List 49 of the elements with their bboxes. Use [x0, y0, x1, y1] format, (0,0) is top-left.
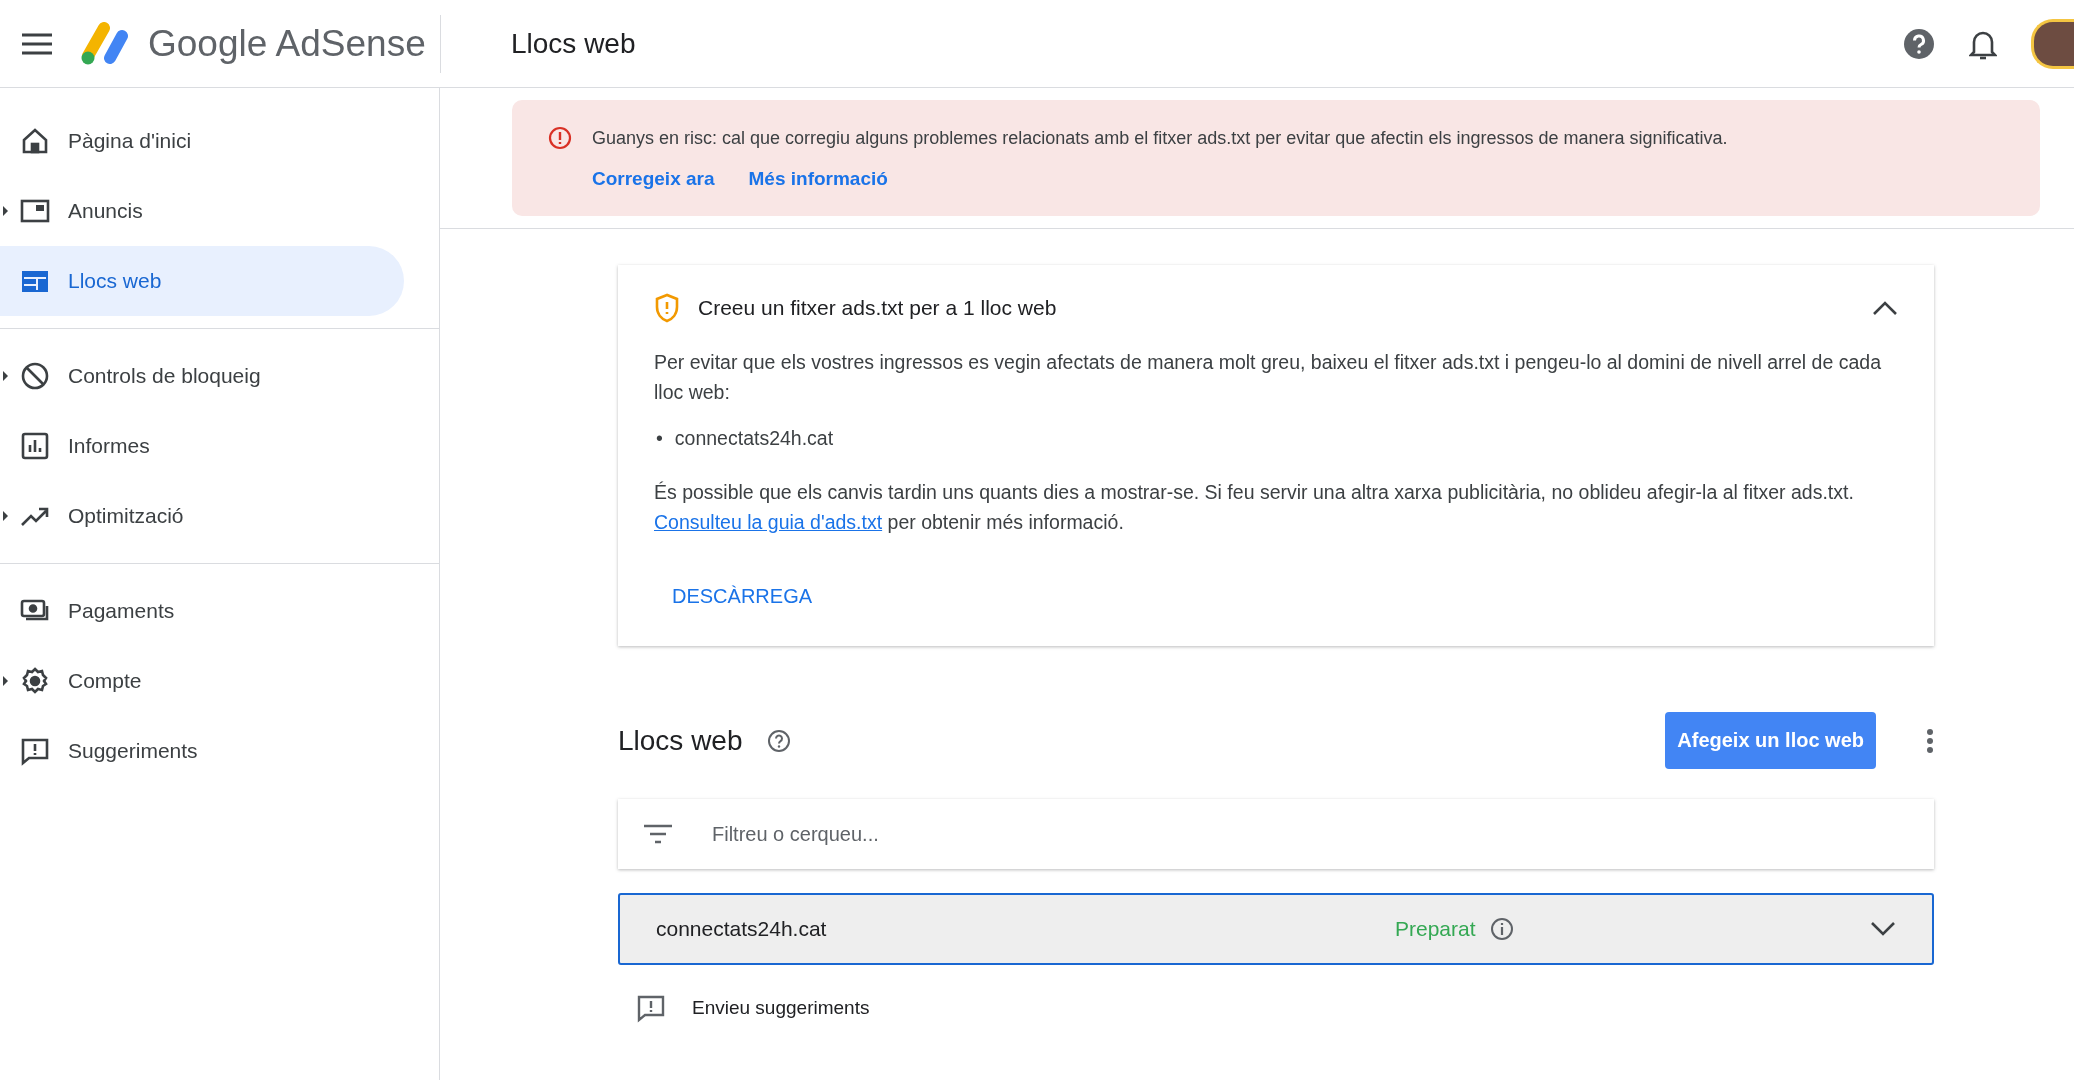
- bullet: •: [656, 426, 663, 451]
- feedback-link[interactable]: Envieu suggeriments: [692, 997, 870, 1019]
- more-icon[interactable]: [1926, 727, 1934, 754]
- site-list-item: connectats24h.cat: [674, 426, 834, 451]
- avatar[interactable]: [2031, 18, 2074, 69]
- home-icon: [20, 126, 50, 156]
- info-icon[interactable]: [1489, 917, 1514, 941]
- sidebar-item[interactable]: Informes: [0, 411, 404, 481]
- filter-icon: [644, 824, 672, 844]
- card-title: Creeu un fitxer ads.txt per a 1 lloc web: [698, 296, 1058, 320]
- help-icon[interactable]: [766, 728, 791, 753]
- chevron-icon[interactable]: [1872, 300, 1898, 316]
- site-domain: connectats24h.cat: [656, 917, 828, 941]
- feedback-icon: [636, 993, 666, 1023]
- expand-arrow-icon: [3, 206, 8, 216]
- sidebar-item[interactable]: Pagaments: [0, 576, 404, 646]
- alert-message: Guanys en risc: cal que corregiu alguns problemes relacionats amb el fitxer ads.txt per evitar que afectin els ingressos de manera significativa.: [592, 127, 1728, 149]
- card-note: És possible que els canvis tardin uns quants dies a mostrar-se. Si feu servir una altra xarxa publicitària, no oblideu afegir-la al fitxer ads.txt. Consulteu la guia d'ads.txt per obtenir més informació.: [654, 480, 1855, 535]
- block-icon: [20, 361, 50, 391]
- settings-icon: [20, 666, 50, 696]
- expand-arrow-icon: [3, 511, 8, 521]
- sidebar-item[interactable]: Compte: [0, 646, 404, 716]
- site-status: Preparat: [1395, 917, 1476, 941]
- sidebar-item[interactable]: Optimització: [0, 481, 404, 551]
- section-title: Llocs web: [618, 724, 743, 757]
- expand-arrow-icon: [3, 676, 8, 686]
- alert-link[interactable]: Més informació: [748, 168, 888, 190]
- bar-chart-icon: [20, 431, 50, 461]
- help-icon[interactable]: [1903, 27, 1935, 60]
- sidebar-item[interactable]: Anuncis: [0, 176, 404, 246]
- alert-link[interactable]: Corregeix ara: [592, 168, 715, 190]
- card-description: Per evitar que els vostres ingressos es vegin afectats de manera molt greu, baixeu el fitxer ads.txt i pengeu-lo al domini de nivell arrel de cada lloc web:: [654, 350, 1882, 405]
- download-button[interactable]: DESCÀRREGA: [660, 577, 825, 616]
- site-row[interactable]: connectats24h.cat Preparat: [618, 893, 1934, 965]
- guide-link[interactable]: Consulteu la guia d'ads.txt: [654, 511, 883, 533]
- menu-icon[interactable]: [22, 32, 52, 55]
- expand-arrow-icon: [3, 371, 8, 381]
- product-name: Google AdSense: [148, 22, 426, 65]
- chevron-icon[interactable]: [1870, 921, 1896, 937]
- sidebar-item[interactable]: Pàgina d'inici: [0, 106, 404, 176]
- filter-field[interactable]: Filtreu o cerqueu...: [618, 799, 1934, 869]
- sidebar-item[interactable]: Controls de bloqueig: [0, 341, 404, 411]
- shield-icon: [654, 293, 680, 323]
- add-site-button[interactable]: Afegeix un lloc web: [1665, 712, 1876, 769]
- feedback-icon: [20, 736, 50, 766]
- error-icon: [548, 126, 572, 150]
- sidebar-item[interactable]: Llocs web: [0, 246, 404, 316]
- page-title: Llocs web: [511, 27, 636, 60]
- sidebar-item[interactable]: Suggeriments: [0, 716, 404, 786]
